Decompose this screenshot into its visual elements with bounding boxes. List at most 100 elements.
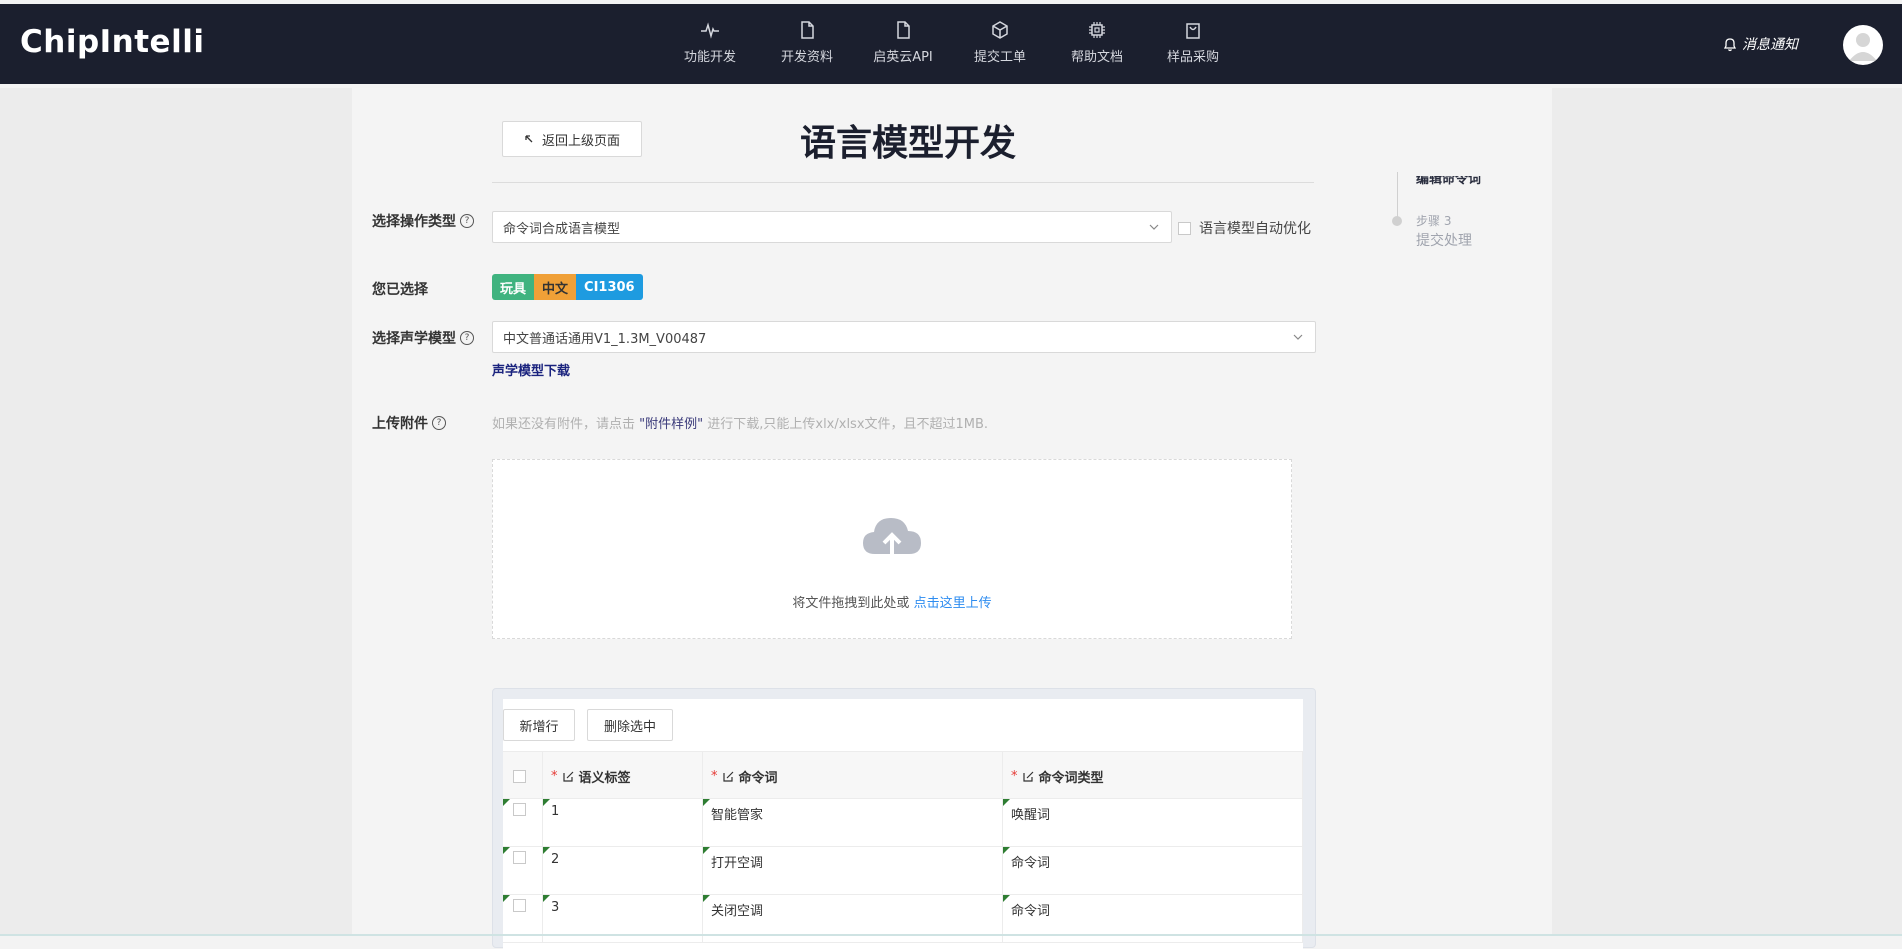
page-title: 语言模型开发 bbox=[800, 123, 1017, 164]
row-checkbox[interactable] bbox=[513, 851, 526, 864]
nav-label: 提交工单 bbox=[973, 50, 1026, 65]
auto-optimize-option[interactable]: 语言模型自动优化 bbox=[1178, 218, 1311, 238]
step-3-label: 提交处理 bbox=[1416, 233, 1472, 249]
dirty-marker bbox=[703, 799, 710, 806]
selected-tags: 玩具 中文 CI1306 bbox=[492, 274, 643, 300]
cloud-upload-icon bbox=[863, 518, 921, 558]
op-type-label-text: 选择操作类型 bbox=[372, 214, 456, 230]
required-marker: * bbox=[1011, 768, 1018, 784]
selected-label: 您已选择 bbox=[372, 282, 428, 298]
op-type-value: 命令词合成语言模型 bbox=[503, 221, 621, 237]
nav-item-sample-purchase[interactable]: 样品采购 bbox=[1148, 20, 1238, 65]
dirty-marker bbox=[703, 895, 710, 902]
acoustic-model-select[interactable]: 中文普通话通用V1_1.3M_V00487 bbox=[492, 321, 1316, 353]
cell-value: 命令词 bbox=[1011, 904, 1051, 919]
tag-chip: CI1306 bbox=[576, 274, 643, 300]
step-3-dot bbox=[1392, 216, 1402, 226]
cell-value: 打开空调 bbox=[711, 856, 764, 871]
upload-hint: 如果还没有附件，请点击 "附件样例" 进行下载,只能上传xlx/xlsx文件，且… bbox=[492, 413, 988, 432]
chevron-down-icon bbox=[1293, 334, 1303, 340]
help-icon[interactable]: ? bbox=[432, 416, 446, 430]
tag-language: 中文 bbox=[534, 274, 577, 300]
nav-label: 样品采购 bbox=[1166, 50, 1219, 65]
dirty-marker bbox=[543, 847, 550, 854]
command-table: 新增行 删除选中 * 语义标签 * 命令词 * 命令词类型 1 智能管家 唤醒词… bbox=[503, 699, 1303, 949]
nav-item-function-dev[interactable]: 功能开发 bbox=[665, 20, 755, 65]
cell-word[interactable]: 打开空调 bbox=[703, 847, 1003, 895]
cell-type[interactable]: 唤醒词 bbox=[1003, 799, 1303, 847]
required-marker: * bbox=[551, 768, 558, 784]
dirty-marker bbox=[1003, 799, 1010, 806]
cell-word[interactable]: 智能管家 bbox=[703, 799, 1003, 847]
dirty-marker bbox=[1003, 895, 1010, 902]
edit-icon bbox=[562, 771, 573, 782]
cube-icon bbox=[992, 21, 1008, 39]
notification-link[interactable]: 消息通知 bbox=[1722, 34, 1798, 54]
edit-icon bbox=[1022, 771, 1033, 782]
cell-value: 命令词 bbox=[1011, 856, 1051, 871]
upload-hint-pre: 如果还没有附件，请点击 bbox=[492, 417, 640, 432]
upload-hint-post: 进行下载,只能上传xlx/xlsx文件，且不超过1MB. bbox=[703, 417, 989, 432]
cell-value: 1 bbox=[551, 804, 560, 819]
upload-label-text: 上传附件 bbox=[372, 416, 428, 432]
column-header-word[interactable]: * 命令词 bbox=[703, 752, 1003, 800]
cell-type[interactable]: 命令词 bbox=[1003, 847, 1303, 895]
sample-attachment-link[interactable]: "附件样例" bbox=[639, 417, 703, 432]
column-header-tag[interactable]: * 语义标签 bbox=[543, 752, 703, 800]
auto-optimize-label: 语言模型自动优化 bbox=[1199, 221, 1311, 237]
auto-optimize-checkbox[interactable] bbox=[1178, 221, 1191, 235]
back-button[interactable]: 返回上级页面 bbox=[502, 121, 642, 157]
help-icon[interactable]: ? bbox=[460, 331, 474, 345]
nav-item-cloud-api[interactable]: 启英云API bbox=[858, 20, 948, 65]
column-header-type[interactable]: * 命令词类型 bbox=[1003, 752, 1303, 800]
dirty-marker bbox=[703, 847, 710, 854]
help-icon[interactable]: ? bbox=[460, 214, 474, 228]
top-navbar: ChipIntelli 功能开发 开发资料 启英云API 提交工单 帮助文档 样… bbox=[0, 4, 1902, 84]
nav-label: 帮助文档 bbox=[1070, 50, 1123, 65]
acoustic-label: 选择声学模型 ? bbox=[372, 328, 474, 348]
row-checkbox[interactable] bbox=[513, 803, 526, 816]
user-icon bbox=[1849, 33, 1877, 61]
nav-label: 开发资料 bbox=[780, 50, 833, 65]
dirty-marker bbox=[1003, 847, 1010, 854]
nav-item-dev-docs[interactable]: 开发资料 bbox=[762, 20, 852, 65]
add-row-button[interactable]: 新增行 bbox=[503, 709, 575, 741]
file-icon bbox=[801, 21, 814, 39]
nav-label: 启英云API bbox=[873, 50, 933, 65]
bell-icon bbox=[1723, 38, 1737, 52]
logo[interactable]: ChipIntelli bbox=[20, 24, 204, 60]
pulse-icon bbox=[701, 22, 719, 39]
file-icon bbox=[897, 21, 910, 39]
dropzone-text: 将文件拖拽到此处或 点击这里上传 bbox=[493, 592, 1291, 611]
command-table-panel: 新增行 删除选中 * 语义标签 * 命令词 * 命令词类型 1 智能管家 唤醒词… bbox=[492, 688, 1316, 949]
nav-item-submit-ticket[interactable]: 提交工单 bbox=[955, 20, 1045, 65]
column-header-label: 命令词 bbox=[738, 770, 778, 786]
arrow-up-left-icon bbox=[525, 135, 533, 143]
upload-dropzone[interactable]: 将文件拖拽到此处或 点击这里上传 bbox=[492, 459, 1292, 639]
acoustic-download-link[interactable]: 声学模型下载 bbox=[492, 360, 570, 379]
chip-icon bbox=[1089, 22, 1105, 38]
dirty-marker bbox=[543, 895, 550, 902]
avatar[interactable] bbox=[1843, 25, 1883, 65]
edit-icon bbox=[722, 771, 733, 782]
table-row[interactable]: 1 智能管家 唤醒词 bbox=[503, 799, 1303, 847]
delete-selected-button[interactable]: 删除选中 bbox=[587, 709, 673, 741]
bag-icon bbox=[1186, 23, 1200, 39]
divider bbox=[492, 182, 1314, 183]
notification-label: 消息通知 bbox=[1742, 37, 1798, 53]
table-header-row: * 语义标签 * 命令词 * 命令词类型 bbox=[503, 751, 1303, 800]
select-all-checkbox[interactable] bbox=[513, 769, 526, 783]
cell-value: 3 bbox=[551, 900, 560, 915]
dirty-marker bbox=[503, 895, 510, 902]
nav-item-help-docs[interactable]: 帮助文档 bbox=[1052, 20, 1142, 65]
column-header-label: 命令词类型 bbox=[1038, 770, 1104, 786]
row-checkbox[interactable] bbox=[513, 899, 526, 912]
click-upload-link[interactable]: 点击这里上传 bbox=[914, 596, 992, 611]
cell-tag[interactable]: 2 bbox=[543, 847, 703, 895]
page-margin-right bbox=[1552, 88, 1902, 936]
cell-tag[interactable]: 1 bbox=[543, 799, 703, 847]
op-type-select[interactable]: 命令词合成语言模型 bbox=[492, 211, 1172, 243]
drop-text-plain: 将文件拖拽到此处或 bbox=[792, 596, 914, 611]
upload-label: 上传附件 ? bbox=[372, 413, 446, 433]
table-row[interactable]: 2 打开空调 命令词 bbox=[503, 847, 1303, 895]
